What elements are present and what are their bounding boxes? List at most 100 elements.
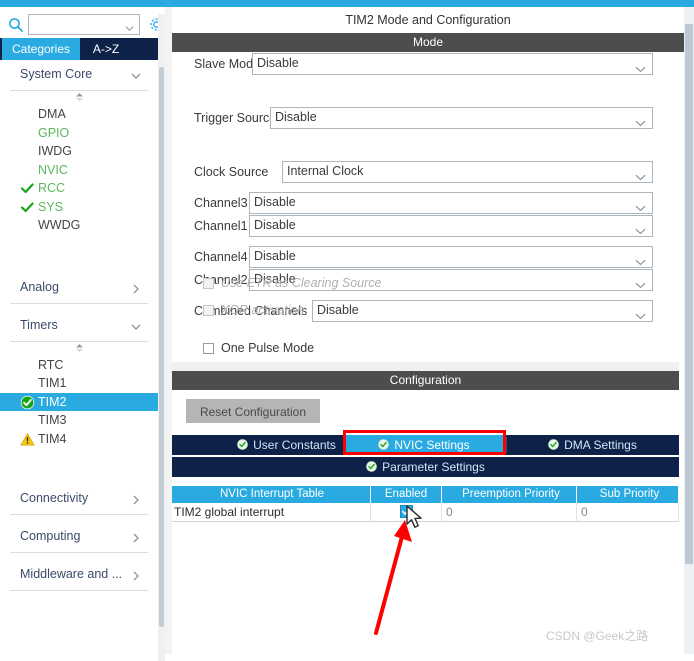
tim2-configuration-panel: TIM2 Mode and Configuration Mode Slave M… (172, 7, 684, 654)
search-input[interactable] (32, 16, 122, 35)
sidebar-item-tim2[interactable]: TIM2 (0, 392, 158, 411)
sidebar-item-iwdg[interactable]: IWDG (0, 142, 158, 161)
tab-categories[interactable]: Categories (2, 38, 80, 60)
checkbox-row-use-etr[interactable]: Use ETR as Clearing Source (172, 272, 684, 299)
dropdown-value: Disable (254, 249, 296, 263)
use-etr-checkbox[interactable] (203, 278, 214, 289)
sidebar-item-sys[interactable]: SYS (0, 198, 158, 217)
field-row-slave-mode: Slave Mode Disable (172, 52, 684, 79)
checkbox-row-xor-activation[interactable]: XOR activation (172, 299, 684, 326)
cell-sub-priority[interactable]: 0 (577, 503, 679, 521)
chevron-down-icon (635, 168, 646, 181)
sidebar-item-nvic[interactable]: NVIC (0, 161, 158, 180)
sidebar-item-rcc[interactable]: RCC (0, 179, 158, 198)
chevron-down-icon (130, 69, 142, 81)
item-label: TIM4 (38, 431, 67, 446)
dropdown-value: Disable (254, 195, 296, 209)
channel4-dropdown[interactable]: Disable (249, 246, 653, 268)
reset-configuration-button[interactable]: Reset Configuration (186, 399, 320, 423)
table-row[interactable]: TIM2 global interrupt 0 0 (172, 503, 679, 522)
search-combobox[interactable] (28, 14, 140, 35)
cubemx-window: Categories A->Z System Core DMA GPIO IWD… (0, 0, 694, 661)
cell-enabled[interactable] (371, 503, 442, 521)
item-label: TIM3 (38, 413, 67, 427)
sidebar-item-tim4[interactable]: TIM4 (0, 430, 158, 449)
checkbox-row-one-pulse-mode[interactable]: One Pulse Mode (172, 337, 684, 364)
sidebar-item-rtc[interactable]: RTC (0, 356, 158, 375)
cell-interrupt-name: TIM2 global interrupt (172, 503, 371, 521)
sidebar-section-middleware[interactable]: Middleware and ... (10, 560, 148, 591)
checkmark-icon (20, 200, 35, 215)
sidebar-section-timers[interactable]: Timers (10, 311, 148, 342)
tab-dma-settings[interactable]: DMA Settings (508, 435, 677, 455)
sidebar-item-wwdg[interactable]: WWDG (0, 216, 158, 235)
clock-source-dropdown[interactable]: Internal Clock (282, 161, 653, 183)
status-check-icon (378, 436, 390, 450)
field-label: Channel4 (194, 250, 248, 264)
tab-label: Parameter Settings (382, 460, 485, 474)
section-label: Timers (20, 317, 58, 332)
mode-fields-area: Slave Mode Disable Trigger Source Disabl… (172, 52, 684, 291)
item-label: TIM1 (38, 376, 67, 390)
xor-activation-checkbox[interactable] (203, 305, 214, 316)
field-label: Channel3 (194, 196, 248, 210)
column-header-sub-priority: Sub Priority (577, 486, 679, 503)
sidebar-search-row (0, 11, 165, 38)
warning-icon (20, 432, 35, 447)
tab-label: NVIC Settings (394, 438, 470, 452)
chevron-down-icon (635, 199, 646, 212)
chevron-down-icon (635, 60, 646, 73)
section-label: Middleware and ... (20, 567, 123, 581)
cell-preemption-priority[interactable]: 0 (442, 503, 577, 521)
section-label: System Core (20, 67, 93, 81)
field-label: Trigger Source (194, 111, 277, 125)
section-label: Analog (20, 279, 59, 294)
sidebar-scrollbar[interactable] (159, 67, 164, 627)
status-check-icon (366, 458, 377, 472)
tab-parameter-settings[interactable]: Parameter Settings (172, 457, 679, 477)
table-header-row: NVIC Interrupt Table Enabled Preemption … (172, 486, 679, 503)
item-label: SYS (38, 199, 64, 214)
enabled-checkbox[interactable] (399, 505, 413, 518)
slave-mode-dropdown[interactable]: Disable (252, 53, 653, 75)
checkmark-icon (20, 181, 35, 196)
chevron-right-icon (130, 569, 142, 581)
tab-a-to-z[interactable]: A->Z (84, 38, 128, 60)
one-pulse-mode-checkbox[interactable] (203, 343, 214, 354)
chevron-right-icon (130, 282, 142, 294)
sidebar-item-dma[interactable]: DMA (0, 105, 158, 124)
item-label: WWDG (38, 218, 81, 232)
item-label: NVIC (38, 162, 68, 177)
tab-nvic-settings[interactable]: NVIC Settings (344, 435, 504, 455)
page-title: TIM2 Mode and Configuration (172, 7, 684, 33)
status-check-icon (548, 436, 559, 450)
tab-separator (506, 437, 507, 453)
sidebar-item-tim1[interactable]: TIM1 (0, 374, 158, 393)
sidebar-item-tim3[interactable]: TIM3 (0, 411, 158, 430)
section-label: Computing (20, 529, 81, 543)
sidebar-tabs: Categories A->Z (0, 38, 165, 60)
chevron-down-icon[interactable] (125, 20, 134, 32)
mode-section-header: Mode (172, 33, 684, 52)
trigger-source-dropdown[interactable]: Disable (270, 107, 653, 129)
chevron-right-icon (130, 493, 142, 505)
item-label: TIM2 (38, 394, 67, 409)
channel3-dropdown[interactable]: Disable (249, 192, 653, 214)
sidebar-section-system-core[interactable]: System Core (10, 60, 148, 91)
scroll-up-indicator[interactable] (0, 342, 158, 356)
column-header-preemption-priority: Preemption Priority (442, 486, 577, 503)
config-tabbar-row1: User Constants NVIC Settings DMA Setting… (172, 435, 679, 455)
sidebar-item-gpio[interactable]: GPIO (0, 124, 158, 143)
watermark-text: CSDN @Geek之路 (546, 629, 649, 643)
sidebar-section-connectivity[interactable]: Connectivity (10, 484, 148, 515)
sidebar-section-computing[interactable]: Computing (10, 522, 148, 553)
section-label: Connectivity (20, 491, 89, 505)
scroll-up-indicator[interactable] (0, 91, 158, 105)
checkbox-label: One Pulse Mode (221, 341, 315, 355)
sidebar-section-analog[interactable]: Analog (10, 273, 148, 304)
main-scrollbar-thumb[interactable] (685, 24, 693, 564)
checkbox-label: XOR activation (221, 303, 305, 317)
